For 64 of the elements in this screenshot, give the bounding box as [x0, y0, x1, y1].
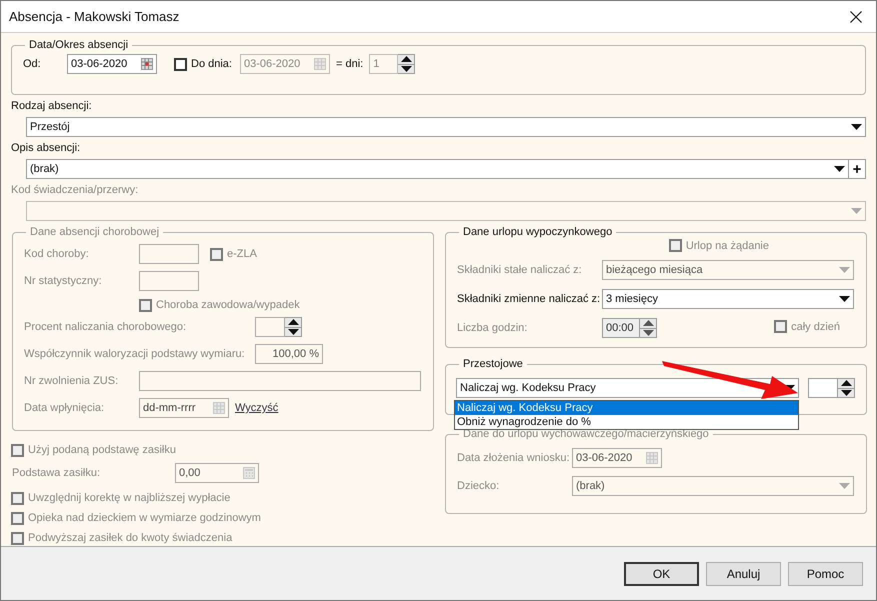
field-label: Data złożenia wniosku: — [457, 452, 571, 464]
caret-icon — [839, 296, 850, 302]
field-label: Podstawa zasiłku: — [12, 467, 102, 479]
dropdown[interactable]: Naliczaj wg. Kodeksu Pracy — [456, 378, 799, 398]
field-label: Kod choroby: — [24, 248, 90, 260]
down-arrow-icon — [400, 66, 412, 72]
spin-up-button[interactable] — [398, 55, 414, 64]
group-title: Przestojowe — [462, 358, 524, 370]
up-arrow-icon — [288, 319, 298, 326]
dialog-button[interactable]: OK — [624, 562, 699, 586]
add-button[interactable]: + — [849, 159, 866, 179]
up-arrow-icon — [642, 320, 654, 326]
checkbox-label: Urlop na żądanie — [686, 240, 769, 252]
field-label: = dni: — [336, 58, 364, 70]
caret-icon — [834, 166, 845, 172]
dialog-button[interactable]: Pomoc — [788, 562, 863, 586]
checkbox-label: cały dzień — [791, 320, 840, 332]
checkbox-label: Do dnia: — [191, 58, 232, 70]
field-label: Opis absencji: — [11, 142, 82, 155]
field-label: Dziecko: — [457, 480, 500, 492]
spin-up-button[interactable] — [838, 379, 854, 388]
checkbox-label: Choroba zawodowa/wypadek — [156, 299, 300, 311]
dropdown-option[interactable]: Naliczaj wg. Kodeksu Pracy — [455, 401, 798, 415]
calendar-icon[interactable] — [141, 58, 153, 70]
checkbox-label: Opieka nad dzieckiem w wymiarze godzinowym — [28, 512, 261, 524]
group-title: Data/Okres absencji — [28, 39, 130, 51]
down-arrow-icon — [288, 328, 298, 335]
field-label: Od: — [23, 58, 42, 70]
field-label: Data wpłynięcia: — [24, 402, 106, 414]
date-field[interactable]: 03-06-2020 — [67, 54, 157, 74]
group-title: Dane urlopu wypoczynkowego — [462, 226, 614, 238]
field-label: Nr statystyczny: — [24, 275, 103, 287]
field-label: Liczba godzin: — [457, 322, 528, 334]
field-label: Nr zwolnienia ZUS: — [24, 375, 120, 387]
down-arrow-icon — [840, 390, 852, 396]
field-label: Składniki zmienne naliczać z: — [457, 293, 602, 305]
checkbox-label: Użyj podaną podstawę zasiłku — [28, 444, 176, 456]
group-title: Dane do urlopu wychowawczego/macierzyńskiego — [462, 428, 710, 440]
percent-field[interactable] — [808, 378, 838, 398]
window-title: Absencja - Makowski Tomasz — [9, 9, 180, 24]
dropdown[interactable]: 3 miesięcy — [602, 289, 854, 309]
dialog-button[interactable]: Anuluj — [706, 562, 781, 586]
field-label: Współczynnik waloryzacji podstawy wymiaru: — [24, 348, 246, 360]
field-label: Składniki stałe naliczać z: — [457, 264, 583, 276]
caret-icon — [839, 267, 850, 273]
dropdown[interactable]: Przestój — [26, 117, 866, 137]
group-title: Dane absencji chorobowej — [29, 226, 160, 238]
close-icon — [850, 10, 862, 22]
down-arrow-icon — [642, 330, 654, 336]
field-label: Procent naliczania chorobowego: — [24, 321, 188, 333]
checkbox-label: Uwzględnij korektę w najbliższej wypłacie — [28, 492, 230, 504]
field-label: Rodzaj absencji: — [11, 100, 93, 113]
caret-icon — [851, 208, 862, 214]
up-arrow-icon — [840, 380, 852, 386]
checkbox-label: e-ZLA — [227, 248, 257, 260]
dropdown-option[interactable]: Obniż wynagrodzenie do % — [455, 415, 798, 429]
up-arrow-icon — [400, 56, 412, 62]
checkbox-label: Podwyższaj zasiłek do kwoty świadczenia — [28, 532, 232, 544]
caret-icon — [851, 124, 862, 130]
dropdown[interactable]: (brak) — [26, 159, 849, 179]
spin-up-button[interactable] — [640, 319, 656, 328]
caret-icon — [839, 483, 850, 489]
checkbox[interactable] — [174, 58, 187, 70]
field-label: Kod świadczenia/przerwy: — [11, 184, 140, 197]
